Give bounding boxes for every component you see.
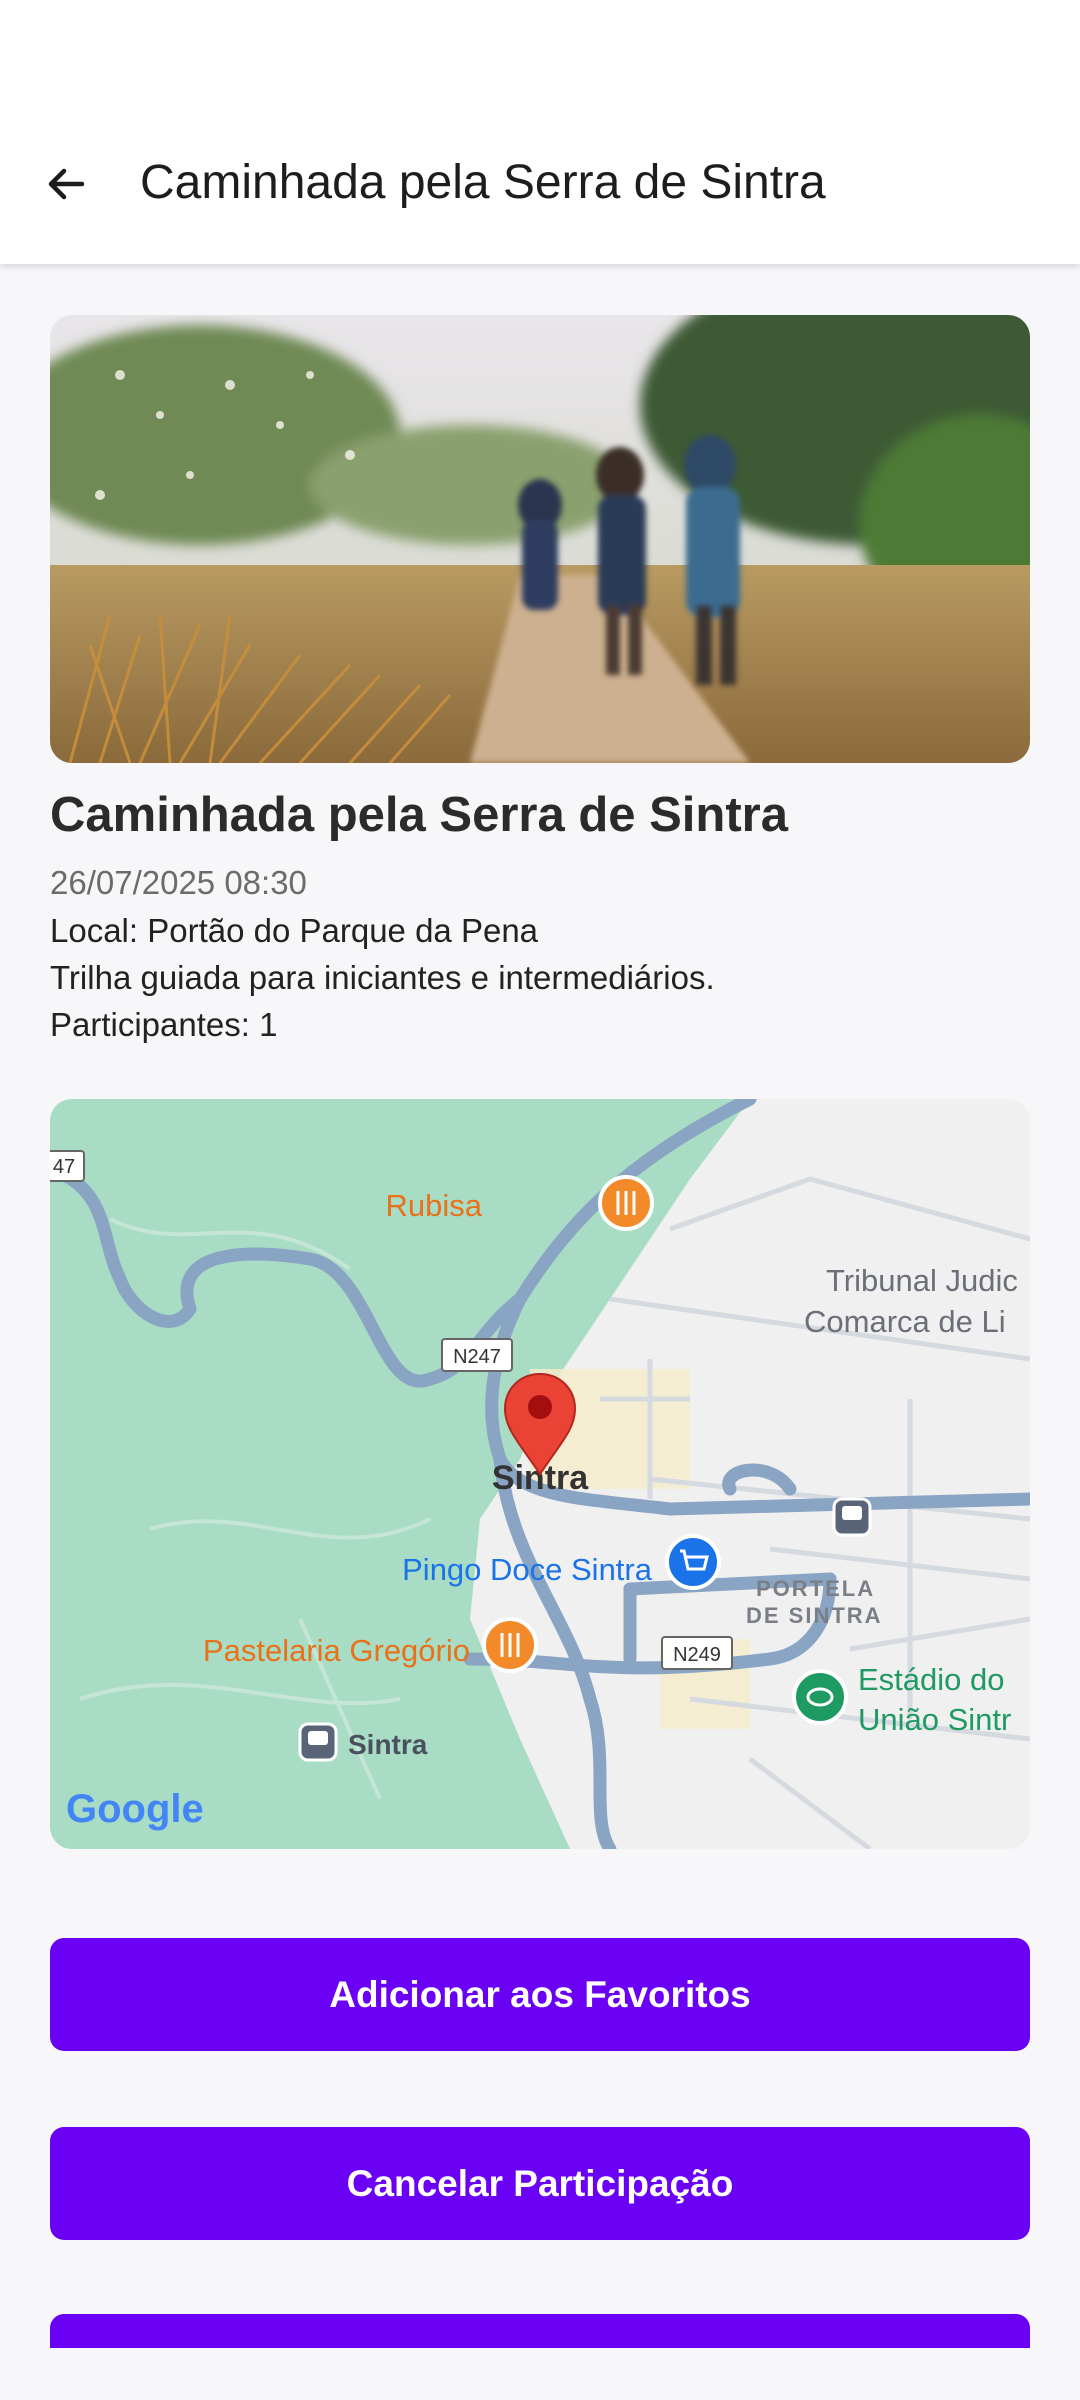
svg-text:Pastelaria Gregório: Pastelaria Gregório	[203, 1633, 470, 1668]
train-station-icon	[832, 1497, 872, 1537]
event-description: Trilha guiada para iniciantes e intermed…	[50, 959, 715, 996]
stadium-icon	[792, 1669, 848, 1725]
poi-tribunal-line2: Comarca de Li	[804, 1304, 1006, 1339]
svg-text:União Sintr: União Sintr	[858, 1702, 1011, 1737]
shopping-cart-icon	[665, 1534, 721, 1590]
svg-text:Sintra: Sintra	[348, 1729, 428, 1760]
event-location: Local: Portão do Parque da Pena	[50, 912, 539, 949]
svg-text:Estádio do: Estádio do	[858, 1662, 1005, 1697]
svg-text:Pingo Doce Sintra: Pingo Doce Sintra	[402, 1552, 653, 1587]
road-shield-n249: N249	[661, 1636, 733, 1670]
arrow-back-icon	[48, 168, 85, 200]
event-map[interactable]: N247 47 N249 Rubisa Tribunal Judic Comar…	[50, 1099, 1030, 1849]
svg-text:47: 47	[53, 1156, 75, 1178]
poi-sintra-station[interactable]: Sintra	[298, 1722, 428, 1762]
event-participants: Participantes: 1	[50, 1006, 278, 1043]
event-photo	[50, 315, 1030, 763]
cancel-participation-button[interactable]: Cancelar Participação	[50, 2127, 1030, 2240]
svg-text:N249: N249	[673, 1644, 721, 1666]
event-datetime: 26/07/2025 08:30	[50, 864, 307, 901]
add-to-favorites-button[interactable]: Adicionar aos Favoritos	[50, 1938, 1030, 2051]
page-title: Caminhada pela Serra de Sintra	[140, 156, 826, 209]
svg-text:Rubisa: Rubisa	[386, 1188, 483, 1223]
road-shield-n247: N247	[441, 1338, 513, 1372]
back-button[interactable]	[34, 152, 98, 216]
area-label-portela-2: DE SINTRA	[746, 1603, 883, 1628]
event-title: Caminhada pela Serra de Sintra	[50, 788, 788, 842]
app-bar: Caminhada pela Serra de Sintra	[0, 0, 1080, 264]
area-label-portela-1: PORTELA	[756, 1576, 875, 1601]
svg-text:N247: N247	[453, 1346, 501, 1368]
poi-tribunal-line1: Tribunal Judic	[826, 1263, 1018, 1298]
svg-text:Google: Google	[66, 1787, 204, 1831]
partial-action-button[interactable]	[50, 2314, 1030, 2348]
google-logo: Google	[66, 1787, 204, 1831]
road-shield-47: 47	[50, 1150, 85, 1182]
